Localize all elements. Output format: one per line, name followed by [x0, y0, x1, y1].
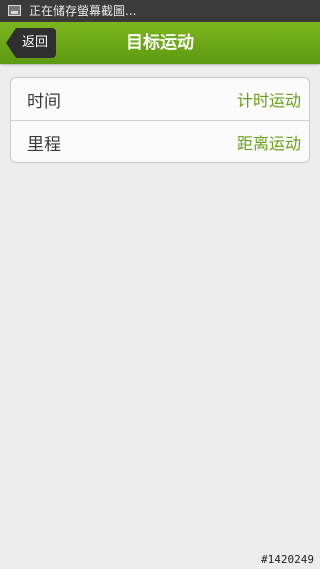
status-bar: 正在储存螢幕截圖... — [0, 0, 320, 22]
goal-type-list: 时间 计时运动 里程 距离运动 — [10, 77, 310, 163]
page-title: 目标运动 — [126, 33, 194, 53]
list-item-label: 里程 — [27, 134, 61, 155]
list-item-value: 距离运动 — [236, 134, 301, 153]
watermark: #1420249 — [261, 553, 314, 566]
title-bar: 返回 目标运动 — [0, 22, 320, 64]
list-item-time[interactable]: 时间 计时运动 — [11, 78, 309, 120]
list-item-value: 计时运动 — [236, 91, 301, 110]
screenshot-icon — [8, 5, 21, 16]
list-item-distance[interactable]: 里程 距离运动 — [11, 120, 309, 162]
list-item-label: 时间 — [27, 91, 61, 112]
status-text: 正在储存螢幕截圖... — [29, 4, 137, 18]
